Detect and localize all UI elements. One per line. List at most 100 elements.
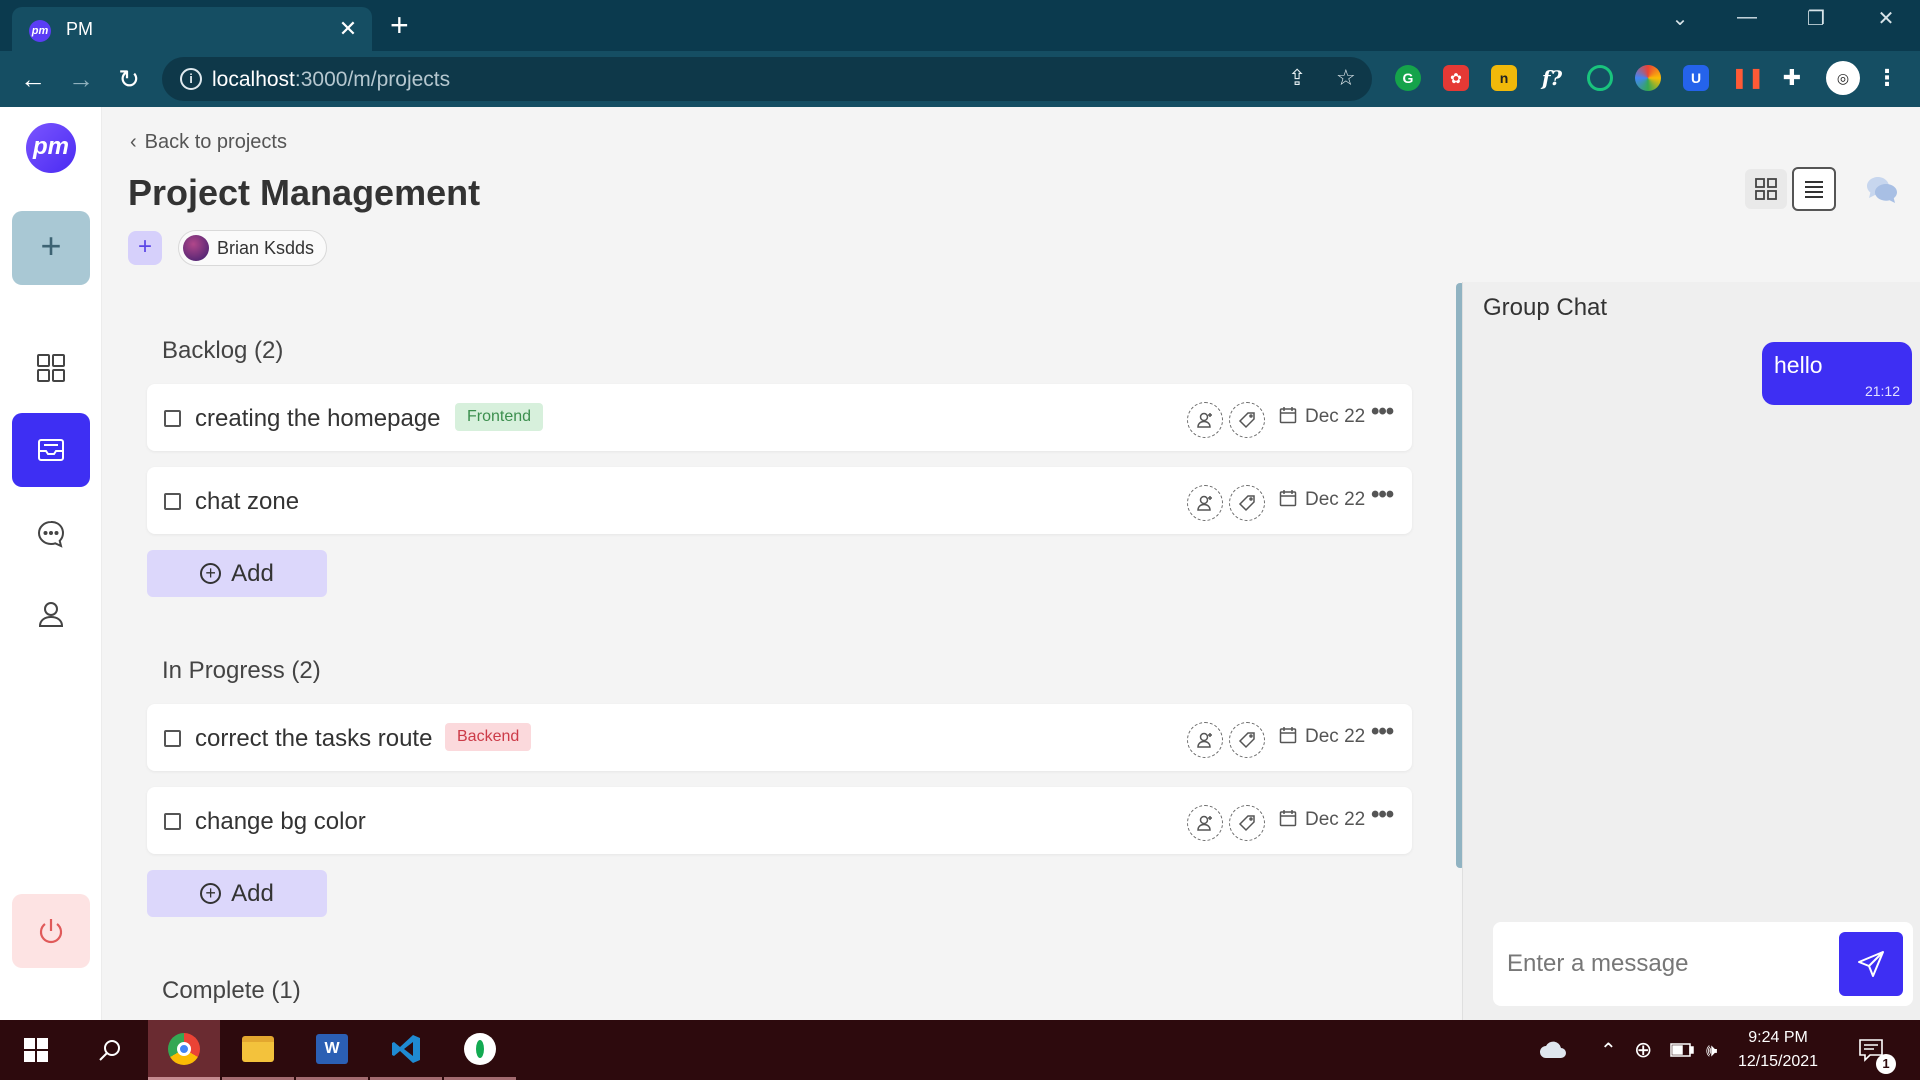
browser-tab[interactable]: pm PM ✕ [12, 7, 372, 51]
notification-badge: 1 [1876, 1054, 1896, 1074]
member-name: Brian Ksdds [217, 237, 315, 258]
task-due-date[interactable]: Dec 22 [1305, 726, 1365, 748]
chat-bubble-icon [38, 520, 64, 548]
plus-circle-icon: + [200, 563, 222, 584]
tag-label-icon[interactable] [1229, 485, 1265, 521]
task-name: change bg color [195, 808, 366, 835]
tab-close-icon[interactable]: ✕ [334, 15, 362, 43]
sidebar-item-dashboard[interactable] [12, 331, 90, 405]
chevron-up-icon[interactable]: ⌃ [1600, 1020, 1617, 1080]
assign-user-icon[interactable] [1187, 402, 1223, 438]
chat-toggle-button[interactable] [1866, 175, 1898, 210]
more-options-icon[interactable]: ••• [1371, 801, 1394, 829]
send-button[interactable] [1839, 932, 1903, 996]
more-options-icon[interactable]: ••• [1371, 481, 1394, 509]
extension-green-ring-icon[interactable] [1587, 65, 1613, 91]
task-card[interactable]: correct the tasks route Backend Dec 22 •… [147, 704, 1412, 771]
taskbar-search-button[interactable] [74, 1020, 146, 1080]
calendar-icon [1279, 726, 1297, 749]
sidebar-item-profile[interactable] [12, 577, 90, 651]
taskbar-word[interactable]: W [296, 1020, 368, 1080]
app-logo[interactable]: pm [26, 123, 76, 173]
member-chip[interactable]: Brian Ksdds [178, 230, 328, 266]
calendar-icon [1279, 809, 1297, 832]
task-tag: Frontend [455, 403, 544, 431]
address-bar[interactable]: i localhost:3000/m/projects ⇪ ☆ [162, 57, 1372, 101]
tag-label-icon[interactable] [1229, 722, 1265, 758]
volume-icon[interactable]: 🕪 [1706, 1020, 1717, 1080]
logout-button[interactable] [12, 894, 90, 968]
tag-label-icon[interactable] [1229, 805, 1265, 841]
chat-message-input[interactable] [1507, 942, 1837, 986]
task-card[interactable]: chat zone Dec 22 ••• [147, 467, 1412, 534]
profile-avatar-icon[interactable]: ◎ [1826, 61, 1860, 95]
task-card[interactable]: change bg color Dec 22 ••• [147, 787, 1412, 854]
grammarly-extension-icon[interactable]: G [1395, 65, 1421, 91]
new-tab-button[interactable]: + [390, 8, 409, 42]
assign-user-icon[interactable] [1187, 805, 1223, 841]
taskbar-chrome[interactable] [148, 1020, 220, 1080]
tag-label-icon[interactable] [1229, 402, 1265, 438]
minimize-button[interactable]: — [1727, 6, 1767, 29]
task-checkbox[interactable] [164, 410, 181, 427]
chrome-icon [168, 1032, 200, 1065]
tab-title: PM [66, 19, 93, 39]
forward-arrow-icon[interactable]: → [64, 63, 98, 97]
onedrive-icon[interactable] [1538, 1020, 1568, 1080]
plus-circle-icon: + [200, 883, 222, 904]
bitwarden-extension-icon[interactable]: U [1683, 65, 1709, 91]
task-checkbox[interactable] [164, 493, 181, 510]
site-info-icon[interactable]: i [180, 68, 202, 90]
back-arrow-icon[interactable]: ← [16, 63, 50, 97]
extensions-puzzle-icon[interactable]: ✚ [1779, 65, 1805, 91]
tab-search-icon[interactable]: ⌄ [1660, 6, 1700, 31]
create-project-button[interactable]: + [12, 211, 90, 285]
section-title-in-progress: In Progress (2) [162, 657, 321, 684]
share-icon[interactable]: ⇪ [1288, 65, 1306, 91]
grid-view-icon [1755, 178, 1777, 200]
taskbar-file-explorer[interactable] [222, 1020, 294, 1080]
task-checkbox[interactable] [164, 730, 181, 747]
task-due-date[interactable]: Dec 22 [1305, 489, 1365, 511]
task-checkbox[interactable] [164, 813, 181, 830]
extension-yellow-icon[interactable]: n [1491, 65, 1517, 91]
project-main: ‹ Back to projects Project Management + B… [102, 107, 1920, 1020]
taskbar-clock[interactable]: 9:24 PM 12/15/2021 [1738, 1026, 1818, 1074]
assign-user-icon[interactable] [1187, 485, 1223, 521]
battery-icon[interactable] [1670, 1020, 1694, 1080]
task-due-date[interactable]: Dec 22 [1305, 406, 1365, 428]
taskbar-vscode[interactable] [370, 1020, 442, 1080]
task-due-date[interactable]: Dec 22 [1305, 809, 1365, 831]
bookmark-star-icon[interactable]: ☆ [1336, 65, 1356, 91]
chat-composer [1493, 922, 1913, 1006]
extension-orange-bars-icon[interactable]: ❚❚ [1731, 65, 1765, 91]
restore-button[interactable]: ❐ [1796, 6, 1836, 31]
network-globe-icon[interactable]: ⊕ [1634, 1020, 1652, 1080]
close-window-button[interactable]: ✕ [1866, 6, 1906, 31]
add-task-button[interactable]: + Add [147, 870, 327, 917]
reload-icon[interactable]: ↻ [112, 63, 146, 97]
add-member-button[interactable]: + [128, 231, 162, 265]
start-button[interactable] [0, 1020, 72, 1080]
browser-tab-strip: pm PM ✕ + ⌄ — ❐ ✕ [0, 0, 1920, 51]
sidebar: pm + [0, 107, 102, 1020]
file-explorer-icon [242, 1035, 274, 1062]
taskbar-mongodb-compass[interactable] [444, 1020, 516, 1080]
extension-color-wheel-icon[interactable] [1635, 65, 1661, 91]
windows-logo-icon [24, 1038, 48, 1062]
grid-view-button[interactable] [1745, 169, 1787, 209]
back-to-projects-link[interactable]: ‹ Back to projects [130, 131, 287, 154]
notification-center-button[interactable]: 1 [1858, 1020, 1896, 1080]
assign-user-icon[interactable] [1187, 722, 1223, 758]
list-view-button[interactable] [1792, 167, 1836, 211]
add-task-button[interactable]: + Add [147, 550, 327, 597]
font-extension-icon[interactable]: f? [1539, 65, 1565, 91]
extension-red-icon[interactable]: ✿ [1443, 65, 1469, 91]
browser-menu-icon[interactable]: ⋮ [1874, 65, 1900, 91]
more-options-icon[interactable]: ••• [1371, 718, 1394, 746]
task-card[interactable]: creating the homepage Frontend Dec 22 ••… [147, 384, 1412, 451]
sidebar-item-chat[interactable] [12, 497, 90, 571]
sidebar-item-projects[interactable] [12, 413, 90, 487]
more-options-icon[interactable]: ••• [1371, 398, 1394, 426]
url-text[interactable]: localhost:3000/m/projects [212, 68, 450, 92]
